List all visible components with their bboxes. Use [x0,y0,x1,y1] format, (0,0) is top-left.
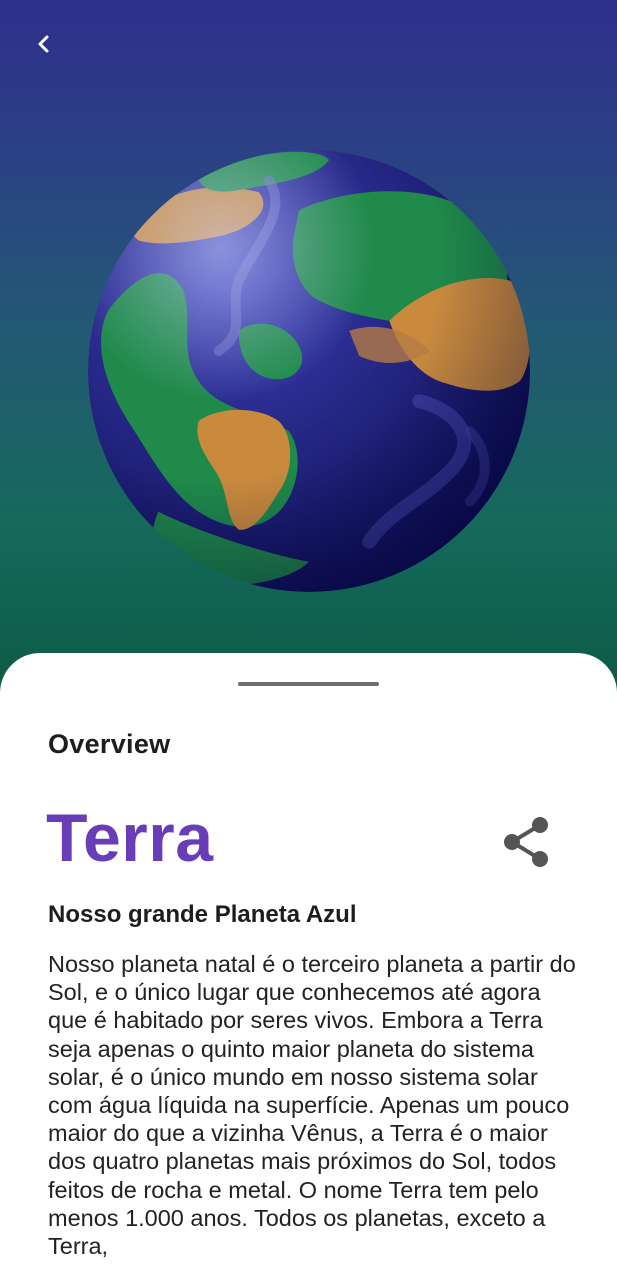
share-button[interactable] [498,813,554,871]
chevron-left-icon [38,35,49,53]
planet-header [0,0,617,700]
section-label: Overview [48,729,171,759]
planet-title: Terra [46,800,214,876]
share-icon [504,817,548,867]
planet-description: Nosso planeta natal é o terceiro planeta… [48,951,576,1260]
planet-subtitle: Nosso grande Planeta Azul [48,901,357,928]
info-sheet: Overview Terra Nosso grande Planeta Azul… [0,653,617,1280]
back-button[interactable] [22,22,66,66]
earth-illustration [88,150,530,592]
sheet-drag-handle[interactable] [238,682,379,686]
